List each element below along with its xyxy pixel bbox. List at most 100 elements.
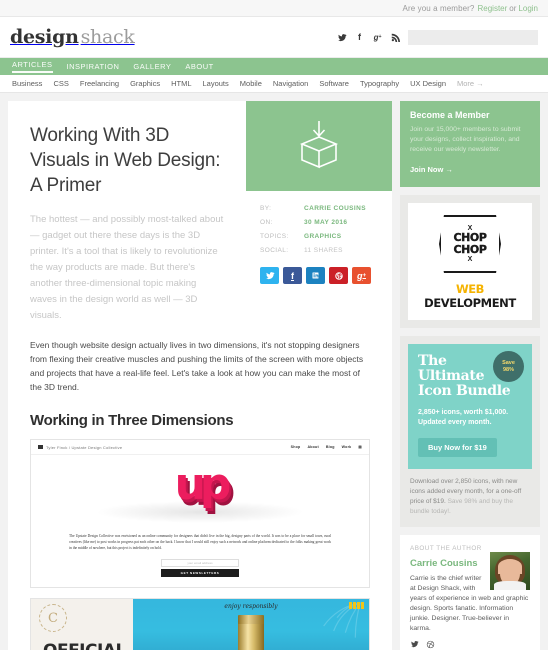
3d-box-download-icon — [296, 119, 342, 174]
nav-item-inspiration[interactable]: INSPIRATION — [67, 62, 120, 71]
meta-key-by: BY: — [260, 205, 272, 212]
primary-nav: ARTICLES INSPIRATION GALLERY ABOUT — [0, 58, 548, 75]
twitter-icon[interactable] — [336, 32, 347, 43]
embedded-hero: up — [31, 455, 369, 527]
share-pinterest-button[interactable] — [329, 267, 348, 284]
masthead-right: f g + — [336, 29, 538, 45]
embedded-nav-shop: Shop — [290, 445, 301, 449]
subnav-css[interactable]: CSS — [53, 79, 68, 88]
meta-value-topic[interactable]: GRAPHICS — [304, 233, 342, 240]
article-subheading: Working in Three Dimensions — [30, 412, 234, 429]
or-separator: or — [509, 3, 517, 13]
embedded-nav-work: Work — [341, 445, 352, 449]
buy-now-button[interactable]: Buy Now for $19 — [418, 438, 497, 457]
share-googleplus-button[interactable]: g + — [352, 267, 371, 284]
ad-chop-chop[interactable]: X CHOP CHOP X WEB DEVELOPMENT — [400, 195, 540, 328]
logo-word-shack: shack — [80, 26, 135, 48]
googleplus-icon[interactable]: g + — [372, 32, 383, 43]
twitter-icon[interactable] — [410, 640, 419, 650]
bundle-panel: Save 98% The Ultimate Icon Bundle 2,850+… — [408, 344, 532, 469]
member-card-title: Become a Member — [410, 110, 490, 120]
perfume-ad-script: enjoy responsibly — [224, 603, 278, 610]
meta-row-topics: TOPICS: GRAPHICS — [260, 233, 378, 240]
author-social-links — [410, 634, 530, 650]
save-badge-line2: 98% — [502, 366, 514, 373]
meta-value-shares: 11 SHARES — [304, 247, 343, 254]
main-content: Working With 3D Visuals in Web Design: A… — [8, 101, 392, 650]
embedded-newsletter-form: your email address GET NEWSLETTERS — [31, 551, 369, 587]
nav-item-articles[interactable]: ARTICLES — [12, 60, 53, 73]
embedded-newsletter-button: GET NEWSLETTERS — [161, 569, 239, 577]
ad-icon-bundle[interactable]: Save 98% The Ultimate Icon Bundle 2,850+… — [400, 336, 540, 527]
author-card-kicker: ABOUT THE AUTHOR — [410, 545, 482, 552]
become-member-card: Become a Member Join our 15,000+ members… — [400, 101, 540, 187]
nav-item-gallery[interactable]: GALLERY — [133, 62, 171, 71]
share-facebook-button[interactable]: f — [283, 267, 302, 284]
ad-chop-tagline: WEB DEVELOPMENT — [416, 282, 524, 310]
figure-upstate-screenshot: Tyler Finck / Upstate Design Collective … — [30, 439, 370, 588]
meta-key-on: ON: — [260, 219, 273, 226]
article-body: Even though website design actually live… — [8, 324, 392, 394]
chop-chop-badge-icon: X CHOP CHOP X — [439, 215, 501, 273]
subnav-typography[interactable]: Typography — [360, 79, 399, 88]
rss-icon[interactable] — [390, 32, 401, 43]
nav-item-about[interactable]: ABOUT — [185, 62, 213, 71]
facebook-icon[interactable]: f — [354, 32, 365, 43]
search-input[interactable] — [408, 29, 538, 45]
chop-word-2: CHOP — [453, 243, 487, 256]
page-columns: Working With 3D Visuals in Web Design: A… — [0, 93, 548, 650]
share-twitter-button[interactable] — [260, 267, 279, 284]
article-header-left: Working With 3D Visuals in Web Design: A… — [8, 101, 246, 324]
member-question: Are you a member? — [402, 3, 475, 13]
meta-row-social: SOCIAL: 11 SHARES — [260, 247, 378, 254]
bundle-title-line3: Icon Bundle — [418, 383, 511, 399]
share-button-group: f g + — [246, 261, 392, 284]
decorative-stars-icon — [349, 602, 364, 609]
login-link[interactable]: Login — [518, 4, 538, 13]
embedded-email-input: your email address — [161, 559, 239, 567]
subnav-more-link[interactable]: More → — [457, 79, 484, 88]
subnav-freelancing[interactable]: Freelancing — [80, 79, 119, 88]
site-logo[interactable]: design shack — [10, 26, 135, 48]
register-link[interactable]: Register — [478, 4, 508, 13]
embedded-copy: The Upstate Design Collective was envisi… — [31, 527, 369, 551]
subnav-mobile[interactable]: Mobile — [240, 79, 262, 88]
subnav-software[interactable]: Software — [319, 79, 349, 88]
subnav-layouts[interactable]: Layouts — [203, 79, 229, 88]
meta-key-topics: TOPICS: — [260, 233, 289, 240]
save-badge-line1: Save — [502, 359, 515, 366]
bundle-footer-text: Download over 2,850 icons, with new icon… — [408, 469, 532, 519]
bundle-title-line1: The — [418, 353, 447, 369]
subnav-navigation[interactable]: Navigation — [273, 79, 308, 88]
share-linkedin-button[interactable] — [306, 267, 325, 284]
page-root: Are you a member? Register or Login desi… — [0, 0, 548, 650]
sidebar: Become a Member Join our 15,000+ members… — [400, 101, 540, 650]
embedded-nav-blog: Blog — [325, 445, 335, 449]
join-now-link[interactable]: Join Now → — [410, 165, 453, 174]
ad-chop-inner: X CHOP CHOP X WEB DEVELOPMENT — [408, 203, 532, 320]
subnav-html[interactable]: HTML — [171, 79, 191, 88]
article-hero-image — [246, 101, 392, 191]
embedded-3d-logo: up — [174, 459, 232, 510]
logo-word-design: design — [10, 26, 79, 48]
subnav-ux-design[interactable]: UX Design — [410, 79, 446, 88]
bundle-title-line2: Ultimate — [418, 368, 485, 384]
embedded-site-nav: Tyler Finck / Upstate Design Collective … — [31, 440, 369, 455]
meta-row-on: ON: 30 MAY 2016 — [260, 219, 378, 226]
meta-row-by: BY: CARRIE COUSINS — [260, 205, 378, 212]
embedded-nav-about: About — [307, 445, 319, 449]
subnav-business[interactable]: Business — [12, 79, 42, 88]
perfume-ad-headline: OFFICIAL — [43, 641, 126, 650]
subnav-graphics[interactable]: Graphics — [130, 79, 160, 88]
secondary-nav: Business CSS Freelancing Graphics HTML L… — [0, 75, 548, 93]
perfume-cap-image — [238, 615, 264, 624]
perfume-ad-right: enjoy responsibly — [133, 599, 369, 650]
figure-perfume-ad: C OFFICIAL enjoy responsibly — [30, 598, 370, 650]
article-lede: The hottest — and possibly most-talked a… — [30, 214, 224, 321]
embedded-site-links: Shop About Blog Work ▤ — [291, 445, 362, 449]
save-badge: Save 98% — [493, 351, 524, 382]
dribbble-icon[interactable] — [426, 640, 435, 650]
chop-x-bottom: X — [467, 256, 473, 263]
article-paragraph: Even though website design actually live… — [30, 340, 364, 392]
meta-value-author[interactable]: CARRIE COUSINS — [304, 205, 366, 212]
